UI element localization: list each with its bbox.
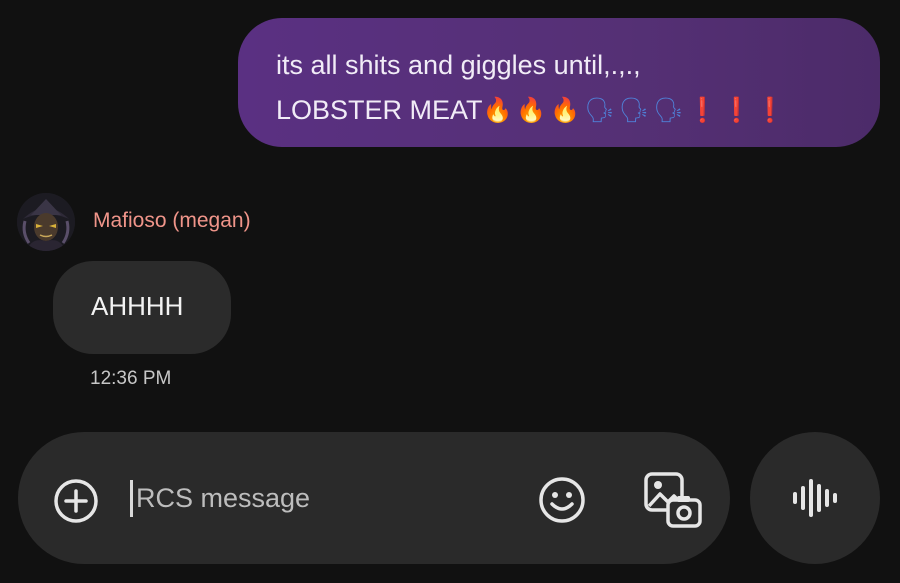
outgoing-message-line1: its all shits and giggles until,.,., xyxy=(276,50,641,80)
incoming-message-text: AHHHH xyxy=(91,291,184,321)
compose-bar xyxy=(18,432,730,564)
incoming-message-bubble[interactable]: AHHHH xyxy=(53,261,231,354)
smiley-face-icon[interactable] xyxy=(536,474,588,526)
chat-screen: its all shits and giggles until,.,., LOB… xyxy=(0,0,900,583)
avatar-image xyxy=(17,193,75,251)
outgoing-message-bubble[interactable]: its all shits and giggles until,.,., LOB… xyxy=(238,18,880,147)
outgoing-message-text: LOBSTER MEAT xyxy=(276,95,483,125)
outgoing-message-line2: LOBSTER MEAT🔥🔥🔥🗣🗣🗣❗❗❗ xyxy=(276,88,860,133)
gallery-camera-icon[interactable] xyxy=(642,470,704,530)
sender-avatar[interactable] xyxy=(17,193,75,251)
voice-waveform-icon xyxy=(793,479,837,517)
voice-message-button[interactable] xyxy=(750,432,880,564)
exclamation-emojis: ❗❗❗ xyxy=(687,96,790,124)
plus-circle-icon[interactable] xyxy=(52,477,100,525)
message-input[interactable] xyxy=(130,472,520,524)
fire-emojis: 🔥🔥🔥 xyxy=(482,96,585,124)
message-timestamp: 12:36 PM xyxy=(90,368,172,389)
text-cursor xyxy=(130,480,133,517)
message-input-wrapper xyxy=(130,472,520,524)
sender-name: Mafioso (megan) xyxy=(93,209,251,232)
speaking-head-emojis: 🗣🗣🗣 xyxy=(584,96,688,124)
